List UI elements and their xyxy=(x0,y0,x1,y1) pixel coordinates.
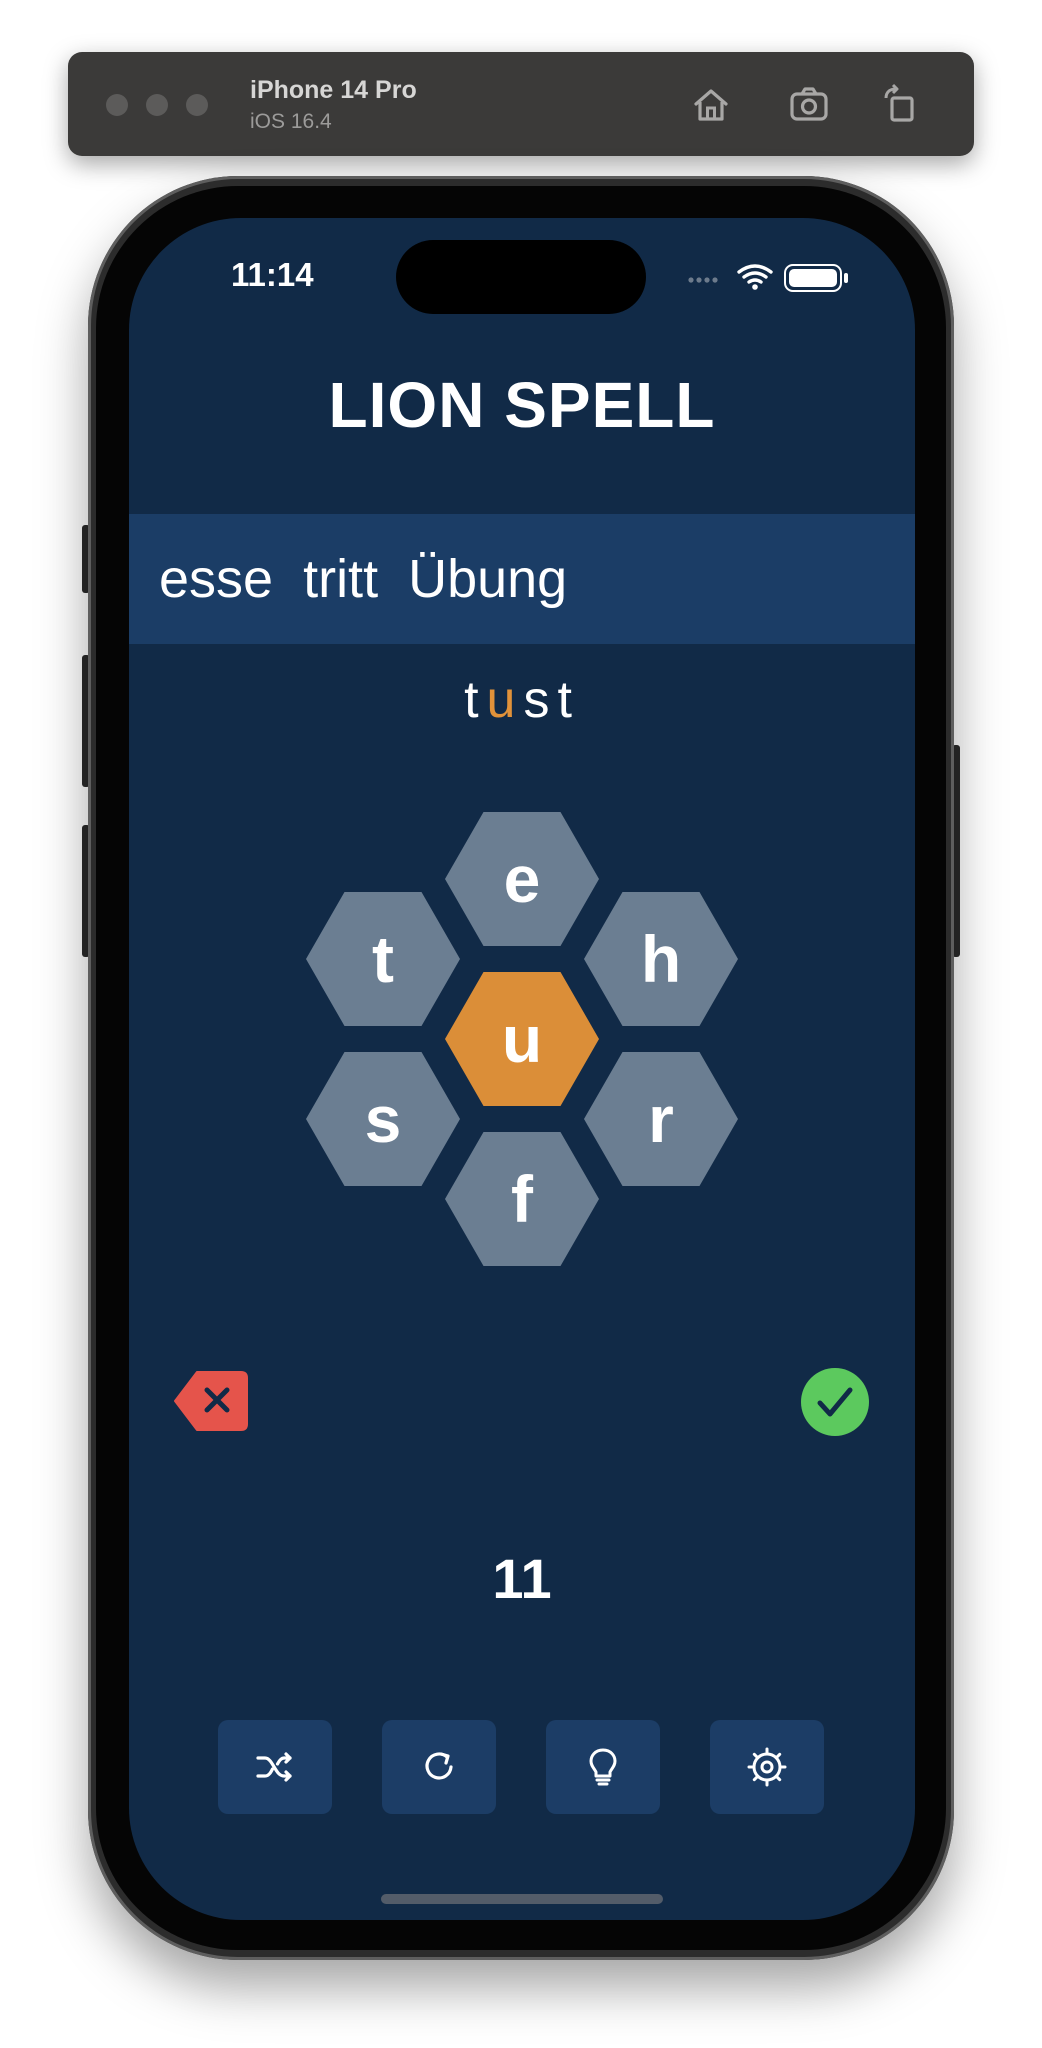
found-words-list: esse tritt Übung xyxy=(159,548,597,610)
hex-letter-top[interactable]: e xyxy=(445,812,599,946)
settings-button[interactable] xyxy=(710,1720,824,1814)
os-version: iOS 16.4 xyxy=(250,110,332,133)
battery-icon xyxy=(784,264,848,292)
found-words-bar[interactable]: esse tritt Übung xyxy=(129,514,915,644)
found-word: esse xyxy=(159,549,274,609)
hex-letter-bottom[interactable]: f xyxy=(445,1132,599,1266)
submit-button[interactable] xyxy=(800,1367,870,1437)
restart-icon xyxy=(425,1752,453,1780)
found-word: Übung xyxy=(408,549,568,609)
hint-button[interactable] xyxy=(546,1720,660,1814)
score: 11 xyxy=(492,1547,552,1610)
home-icon[interactable] xyxy=(688,82,734,128)
current-letter: t xyxy=(557,671,580,729)
hex-letter-center[interactable]: u xyxy=(445,972,599,1106)
shuffle-icon xyxy=(256,1752,292,1782)
app-screen: 11:14 LION SPELL esse tritt Übung tust e t… xyxy=(129,218,915,1920)
lightbulb-icon xyxy=(589,1748,617,1786)
current-word: tust xyxy=(129,670,915,730)
hex-letter-upper-right[interactable]: h xyxy=(584,892,738,1026)
dynamic-island xyxy=(396,240,646,314)
hex-letter-lower-right[interactable]: r xyxy=(584,1052,738,1186)
found-word: tritt xyxy=(303,549,379,609)
app-title: LION SPELL xyxy=(328,369,716,441)
status-time: 11:14 xyxy=(231,256,314,293)
current-letter-highlighted: u xyxy=(486,671,524,729)
screenshot-icon[interactable] xyxy=(786,82,832,128)
shuffle-button[interactable] xyxy=(218,1720,332,1814)
wifi-icon xyxy=(737,264,773,284)
device-name: iPhone 14 Pro xyxy=(250,76,417,104)
current-letter: s xyxy=(523,671,558,729)
hex-letter-lower-left[interactable]: s xyxy=(306,1052,460,1186)
window-minimize-dot[interactable] xyxy=(146,94,168,116)
simulator-toolbar: iPhone 14 Pro iOS 16.4 xyxy=(68,52,974,156)
status-icons xyxy=(688,264,848,292)
hex-letter-upper-left[interactable]: t xyxy=(306,892,460,1026)
delete-button[interactable] xyxy=(173,1370,249,1432)
home-indicator[interactable] xyxy=(381,1894,663,1904)
current-letter: t xyxy=(464,671,487,729)
settings-icon xyxy=(747,1747,787,1787)
letter-hive: e t h u s r f xyxy=(129,218,915,1920)
window-close-dot[interactable] xyxy=(106,94,128,116)
restart-button[interactable] xyxy=(382,1720,496,1814)
rotate-icon[interactable] xyxy=(878,82,924,128)
cellular-icon xyxy=(688,277,718,283)
window-zoom-dot[interactable] xyxy=(186,94,208,116)
